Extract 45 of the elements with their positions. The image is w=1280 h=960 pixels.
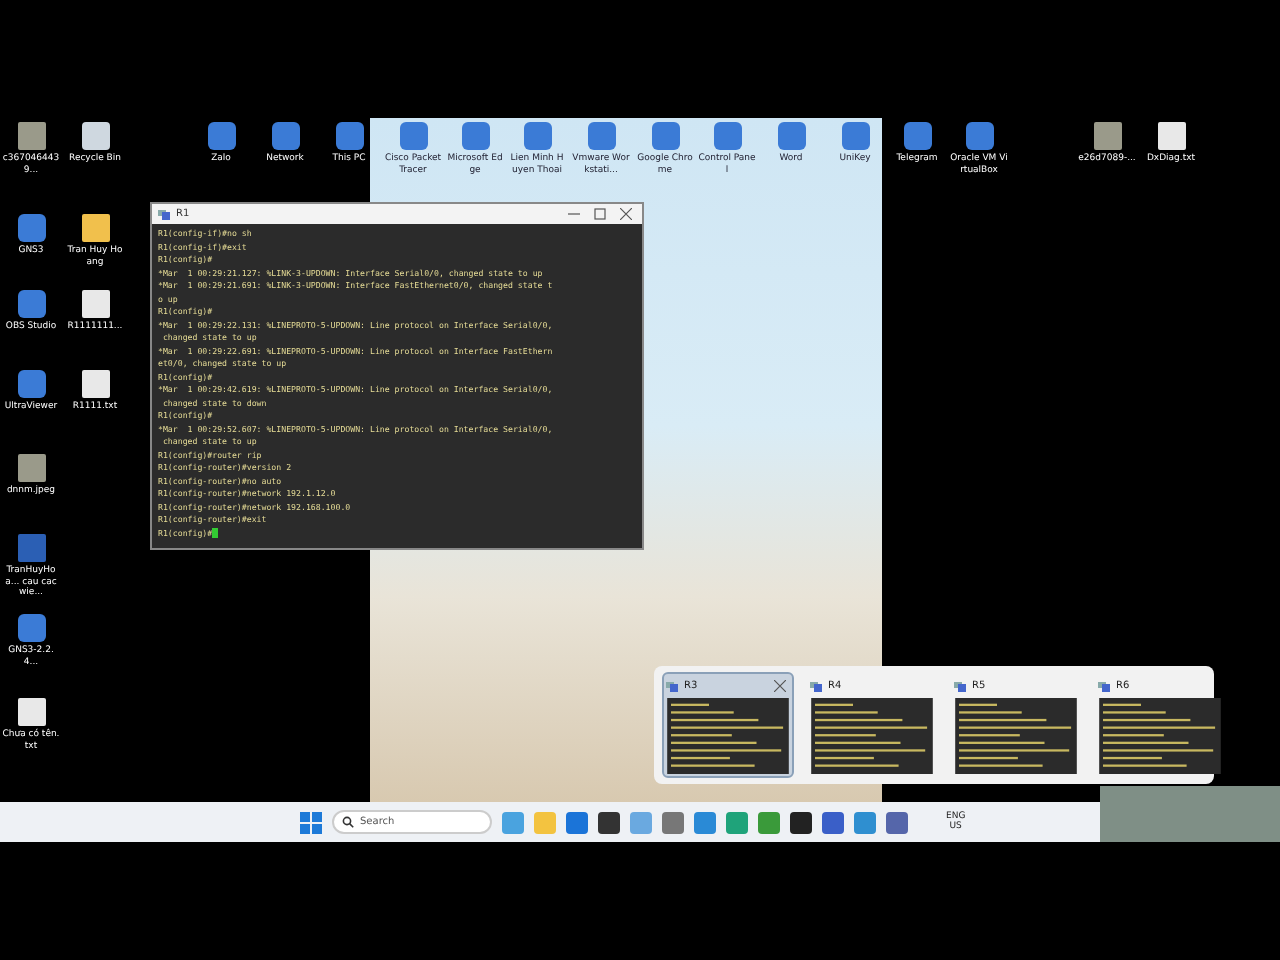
terminal-preview-drawing [810,698,934,774]
app-icon [777,122,805,150]
terminal-app-icon [954,679,966,691]
app-icon [903,122,931,150]
file-icon [1157,122,1185,150]
folder-icon [81,214,109,242]
file-icon [17,698,45,726]
app-icon [271,122,299,150]
app-icon [207,122,235,150]
recycle-bin-icon [81,122,109,150]
document-icon [17,534,45,562]
file-icon [81,290,109,318]
app-icon [965,122,993,150]
terminal-preview-drawing [954,698,1078,774]
taskbar-app-icon[interactable] [598,811,620,833]
app-icon [461,122,489,150]
close-icon[interactable] [774,679,786,691]
maximize-icon[interactable] [594,208,606,220]
app-icon [17,614,45,642]
image-icon [1093,122,1121,150]
app-icon [17,290,45,318]
app-icon [17,370,45,398]
terminal-app-icon [810,679,822,691]
windows-start-icon[interactable] [300,811,322,833]
app-icon [587,122,615,150]
app-icon [17,214,45,242]
close-icon[interactable] [620,208,632,220]
search-icon [342,816,354,828]
terminal-preview-drawing [1098,698,1222,774]
app-icon [399,122,427,150]
app-icon [841,122,869,150]
terminal-preview-drawing [666,698,790,774]
file-icon [81,370,109,398]
text-cursor [212,527,219,538]
app-icon [335,122,363,150]
app-icon [523,122,551,150]
image-icon [17,454,45,482]
image-icon [17,122,45,150]
minimize-icon[interactable] [568,208,580,220]
taskbar-app-icon[interactable] [790,811,812,833]
app-icon [651,122,679,150]
terminal-app-icon [666,679,678,691]
terminal-app-icon [1098,679,1110,691]
terminal-app-icon [158,208,170,220]
app-icon [713,122,741,150]
